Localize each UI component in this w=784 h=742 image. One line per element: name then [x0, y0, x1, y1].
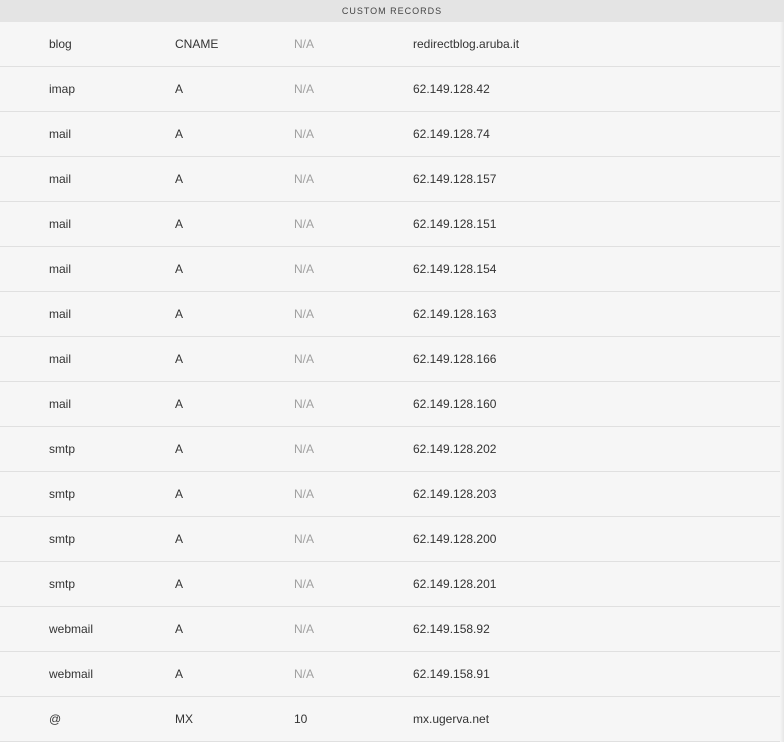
- record-priority: N/A: [294, 217, 315, 231]
- record-priority: N/A: [294, 352, 315, 366]
- record-value: 62.149.128.151: [413, 217, 497, 231]
- record-type: A: [175, 667, 184, 681]
- record-type: A: [175, 127, 184, 141]
- record-value: 62.149.158.91: [413, 667, 490, 681]
- record-priority: N/A: [294, 37, 315, 51]
- record-value: 62.149.128.200: [413, 532, 497, 546]
- record-value: redirectblog.aruba.it: [413, 37, 520, 51]
- record-priority: N/A: [294, 307, 315, 321]
- record-type: A: [175, 307, 184, 321]
- table-row[interactable]: smtp A N/A 62.149.128.203: [0, 472, 784, 517]
- record-priority: 10: [294, 712, 308, 726]
- table-row[interactable]: mail A N/A 62.149.128.163: [0, 292, 784, 337]
- section-title: CUSTOM RECORDS: [341, 6, 443, 16]
- record-priority: N/A: [294, 532, 315, 546]
- record-name: webmail: [49, 622, 94, 636]
- record-name: mail: [49, 262, 72, 276]
- record-name: webmail: [49, 667, 94, 681]
- record-type: A: [175, 577, 184, 591]
- record-value: 62.149.128.74: [413, 127, 490, 141]
- table-row[interactable]: smtp A N/A 62.149.128.200: [0, 517, 784, 562]
- record-value: 62.149.128.157: [413, 172, 497, 186]
- scrollbar-edge[interactable]: [780, 22, 784, 742]
- record-type: CNAME: [175, 37, 219, 51]
- record-priority: N/A: [294, 127, 315, 141]
- record-name: imap: [49, 82, 76, 96]
- record-name: mail: [49, 172, 72, 186]
- section-header: CUSTOM RECORDS: [0, 0, 784, 22]
- record-value: 62.149.128.42: [413, 82, 490, 96]
- record-type: A: [175, 622, 184, 636]
- record-type: A: [175, 397, 184, 411]
- record-name: @: [49, 712, 62, 726]
- record-type: A: [175, 532, 184, 546]
- record-name: blog: [49, 37, 72, 51]
- record-priority: N/A: [294, 577, 315, 591]
- record-type: A: [175, 442, 184, 456]
- record-value: 62.149.128.201: [413, 577, 497, 591]
- record-priority: N/A: [294, 172, 315, 186]
- record-type: A: [175, 487, 184, 501]
- table-row[interactable]: @ MX 10 mx.ugerva.net: [0, 697, 784, 742]
- record-value: 62.149.128.202: [413, 442, 497, 456]
- table-row[interactable]: webmail A N/A 62.149.158.92: [0, 607, 784, 652]
- record-name: mail: [49, 217, 72, 231]
- table-row[interactable]: mail A N/A 62.149.128.151: [0, 202, 784, 247]
- table-row[interactable]: imap A N/A 62.149.128.42: [0, 67, 784, 112]
- record-name: mail: [49, 352, 72, 366]
- table-row[interactable]: mail A N/A 62.149.128.166: [0, 337, 784, 382]
- record-name: mail: [49, 397, 72, 411]
- table-row[interactable]: mail A N/A 62.149.128.157: [0, 157, 784, 202]
- record-name: smtp: [49, 532, 76, 546]
- record-priority: N/A: [294, 262, 315, 276]
- record-value: mx.ugerva.net: [413, 712, 490, 726]
- record-value: 62.149.128.160: [413, 397, 497, 411]
- record-type: A: [175, 82, 184, 96]
- table-row[interactable]: smtp A N/A 62.149.128.202: [0, 427, 784, 472]
- record-priority: N/A: [294, 487, 315, 501]
- record-type: A: [175, 172, 184, 186]
- record-name: mail: [49, 307, 72, 321]
- record-name: smtp: [49, 442, 76, 456]
- record-value: 62.149.158.92: [413, 622, 490, 636]
- table-row[interactable]: mail A N/A 62.149.128.154: [0, 247, 784, 292]
- record-name: mail: [49, 127, 72, 141]
- record-value: 62.149.128.203: [413, 487, 497, 501]
- record-type: MX: [175, 712, 193, 726]
- record-type: A: [175, 262, 184, 276]
- record-priority: N/A: [294, 397, 315, 411]
- record-name: smtp: [49, 487, 76, 501]
- record-value: 62.149.128.154: [413, 262, 497, 276]
- table-row[interactable]: smtp A N/A 62.149.128.201: [0, 562, 784, 607]
- record-name: smtp: [49, 577, 76, 591]
- record-priority: N/A: [294, 442, 315, 456]
- record-type: A: [175, 352, 184, 366]
- record-type: A: [175, 217, 184, 231]
- table-row[interactable]: mail A N/A 62.149.128.74: [0, 112, 784, 157]
- record-value: 62.149.128.163: [413, 307, 497, 321]
- table-row[interactable]: webmail A N/A 62.149.158.91: [0, 652, 784, 697]
- records-table: blog CNAME N/A redirectblog.aruba.it imap A N/…: [0, 22, 784, 742]
- record-priority: N/A: [294, 622, 315, 636]
- record-priority: N/A: [294, 82, 315, 96]
- table-row[interactable]: mail A N/A 62.149.128.160: [0, 382, 784, 427]
- record-priority: N/A: [294, 667, 315, 681]
- table-row[interactable]: blog CNAME N/A redirectblog.aruba.it: [0, 22, 784, 67]
- record-value: 62.149.128.166: [413, 352, 497, 366]
